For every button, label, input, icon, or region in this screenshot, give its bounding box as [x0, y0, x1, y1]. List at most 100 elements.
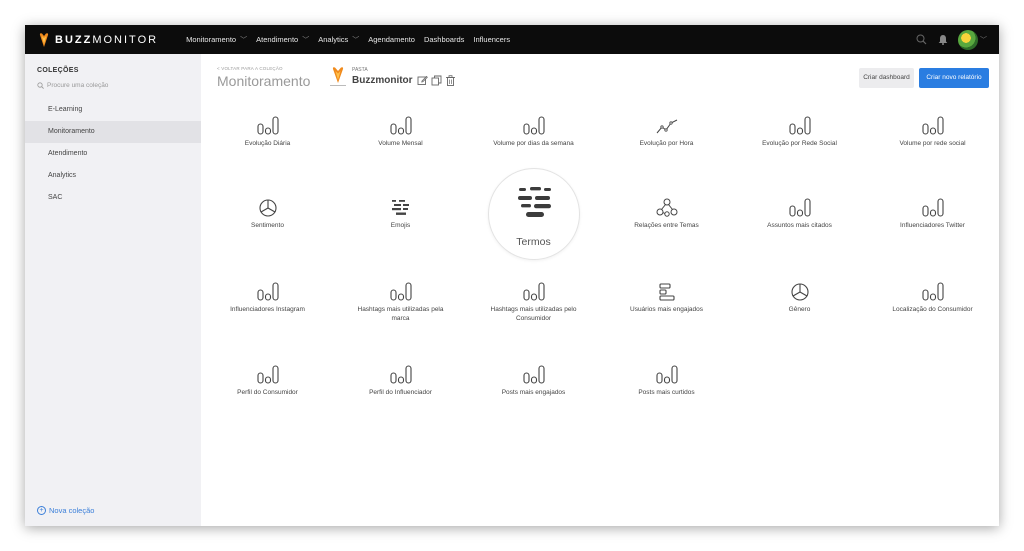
bar-chart-icon: [201, 363, 334, 385]
report-tile-localizacao-do-consumidor[interactable]: Localização do Consumidor: [866, 280, 999, 315]
report-tile-label: Relações entre Temas: [634, 222, 699, 229]
featured-tile-circle: Termos: [487, 168, 580, 260]
report-tile-influenciadores-instagram[interactable]: Influenciadores Instagram: [201, 280, 334, 315]
chevron-down-icon[interactable]: ﹀: [980, 35, 987, 45]
report-tile-evolucao-por-hora[interactable]: Evolução por Hora: [600, 114, 733, 149]
report-tile-hashtags-mais-utilizadas-pelo-consumidor[interactable]: Hashtags mais utilizadas pelo Consumidor: [467, 280, 600, 324]
line-chart-icon: [600, 114, 733, 136]
sidebar-item-e-learning[interactable]: E-Learning: [25, 99, 201, 121]
sidebar-item-sac[interactable]: SAC: [25, 187, 201, 209]
horizontal-bar-icon: [600, 280, 733, 302]
report-tile-evolucao-por-rede-social[interactable]: Evolução por Rede Social: [733, 114, 866, 149]
new-collection-label: Nova coleção: [49, 506, 95, 515]
menu-atendimento[interactable]: Atendimento ﹀: [256, 35, 309, 45]
edit-icon[interactable]: [417, 75, 428, 86]
report-tile-label: Volume Mensal: [378, 140, 423, 147]
word-cloud-icon: [334, 196, 467, 218]
chevron-down-icon: ﹀: [240, 36, 248, 44]
menu-label: Analytics: [318, 35, 349, 44]
bar-chart-icon: [733, 114, 866, 136]
copy-icon[interactable]: [431, 75, 442, 86]
report-tile-label: Usuários mais engajados: [630, 306, 703, 313]
network-icon: [600, 196, 733, 218]
create-report-button[interactable]: Criar novo relatório: [919, 68, 989, 88]
collection-list: E-Learning Monitoramento Atendimento Analyt…: [25, 99, 201, 209]
report-tile-label: Assuntos mais citados: [767, 222, 832, 229]
top-navigation-bar: BUZZMONITOR Monitoramento ﹀ Atendimento ﹀ An…: [25, 25, 999, 54]
report-tile-volume-por-dias-da-semana[interactable]: Volume por dias da semana: [467, 114, 600, 149]
report-tile-assuntos-mais-citados[interactable]: Assuntos mais citados: [733, 196, 866, 231]
sidebar-item-monitoramento[interactable]: Monitoramento: [25, 121, 201, 143]
report-tile-evolucao-diaria[interactable]: Evolução Diária: [201, 114, 334, 149]
menu-analytics[interactable]: Analytics ﹀: [318, 35, 359, 45]
logo-text-bold: BUZZ: [55, 33, 93, 46]
menu-label: Agendamento: [368, 35, 415, 44]
menu-dashboards[interactable]: Dashboards: [424, 35, 464, 44]
search-icon: [37, 82, 44, 89]
collection-search-input[interactable]: Procure uma coleção: [47, 82, 108, 89]
back-to-collection-link[interactable]: < VOLTAR PARA A COLEÇÃO: [217, 66, 283, 71]
chevron-down-icon: ﹀: [302, 36, 310, 44]
report-tile-posts-mais-curtidos[interactable]: Posts mais curtidos: [600, 363, 733, 398]
bar-chart-icon: [733, 196, 866, 218]
menu-label: Atendimento: [256, 35, 299, 44]
menu-label: Monitoramento: [186, 35, 237, 44]
report-tile-influenciadores-twitter[interactable]: Influenciadores Twitter: [866, 196, 999, 231]
plus-circle-icon: +: [37, 506, 46, 515]
report-tile-label: Evolução por Hora: [639, 140, 694, 147]
menu-influencers[interactable]: Influencers: [473, 35, 510, 44]
main-content: < VOLTAR PARA A COLEÇÃO Monitoramento PA…: [201, 54, 999, 526]
trash-icon[interactable]: [445, 75, 456, 86]
bar-chart-icon: [334, 363, 467, 385]
report-tile-perfil-do-influenciador[interactable]: Perfil do Influenciador: [334, 363, 467, 398]
sidebar-title: COLEÇÕES: [37, 67, 79, 74]
bar-chart-icon: [467, 280, 600, 302]
report-tile-label: Sentimento: [251, 222, 284, 229]
pie-chart-icon: [733, 280, 866, 302]
menu-monitoramento[interactable]: Monitoramento ﹀: [186, 35, 247, 45]
topbar-actions: ﹀: [906, 25, 987, 54]
report-tile-usuarios-mais-engajados[interactable]: Usuários mais engajados: [600, 280, 733, 315]
report-tile-hashtags-mais-utilizadas-pela-marca[interactable]: Hashtags mais utilizadas pela marca: [334, 280, 467, 324]
bar-chart-icon: [201, 114, 334, 136]
report-tile-label: Perfil do Consumidor: [237, 389, 298, 396]
search-icon[interactable]: [914, 33, 928, 47]
create-dashboard-button[interactable]: Criar dashboard: [859, 68, 914, 88]
new-collection-button[interactable]: + Nova coleção: [37, 506, 94, 515]
report-tile-volume-por-rede-social[interactable]: Volume por rede social: [866, 114, 999, 149]
report-tile-volume-mensal[interactable]: Volume Mensal: [334, 114, 467, 149]
collections-sidebar: COLEÇÕES Procure uma coleção E-Learning M…: [25, 54, 201, 526]
report-tile-label: Hashtags mais utilizadas pelo Consumidor: [490, 306, 577, 322]
report-tile-label: Influenciadores Twitter: [900, 222, 965, 229]
report-tile-posts-mais-engajados[interactable]: Posts mais engajados: [467, 363, 600, 398]
menu-agendamento[interactable]: Agendamento: [368, 35, 415, 44]
pie-chart-icon: [201, 196, 334, 218]
folder-name: Buzzmonitor: [352, 75, 413, 86]
report-tile-label: Emojis: [390, 222, 411, 229]
sidebar-item-analytics[interactable]: Analytics: [25, 165, 201, 187]
avatar[interactable]: [958, 29, 978, 50]
app-logo[interactable]: BUZZMONITOR: [39, 25, 158, 54]
bell-icon[interactable]: [936, 33, 950, 47]
report-tile-emojis[interactable]: Emojis: [334, 196, 467, 231]
report-tile-label: Influenciadores Instagram: [230, 306, 305, 313]
logo-text-light: MONITOR: [92, 33, 159, 46]
report-tile-label: Hashtags mais utilizadas pela marca: [357, 306, 444, 322]
bar-chart-icon: [467, 114, 600, 136]
report-tile-label: Posts mais curtidos: [638, 389, 695, 396]
bar-chart-icon: [334, 280, 467, 302]
report-tile-label: Gênero: [788, 306, 811, 313]
report-tile-label: Perfil do Influenciador: [369, 389, 432, 396]
logo-text: BUZZMONITOR: [55, 34, 158, 46]
report-tile-relacoes-entre-temas[interactable]: Relações entre Temas: [600, 196, 733, 231]
report-tile-genero[interactable]: Gênero: [733, 280, 866, 315]
chevron-down-icon: ﹀: [352, 36, 360, 44]
report-tile-label: Localização do Consumidor: [892, 306, 973, 313]
sidebar-item-atendimento[interactable]: Atendimento: [25, 143, 201, 165]
menu-label: Dashboards: [423, 35, 465, 44]
bar-chart-icon: [600, 363, 733, 385]
report-tile-termos[interactable]: Termos: [467, 168, 600, 260]
report-tile-perfil-do-consumidor[interactable]: Perfil do Consumidor: [201, 363, 334, 398]
report-tile-sentimento[interactable]: Sentimento: [201, 196, 334, 231]
collection-search[interactable]: Procure uma coleção: [37, 82, 108, 89]
